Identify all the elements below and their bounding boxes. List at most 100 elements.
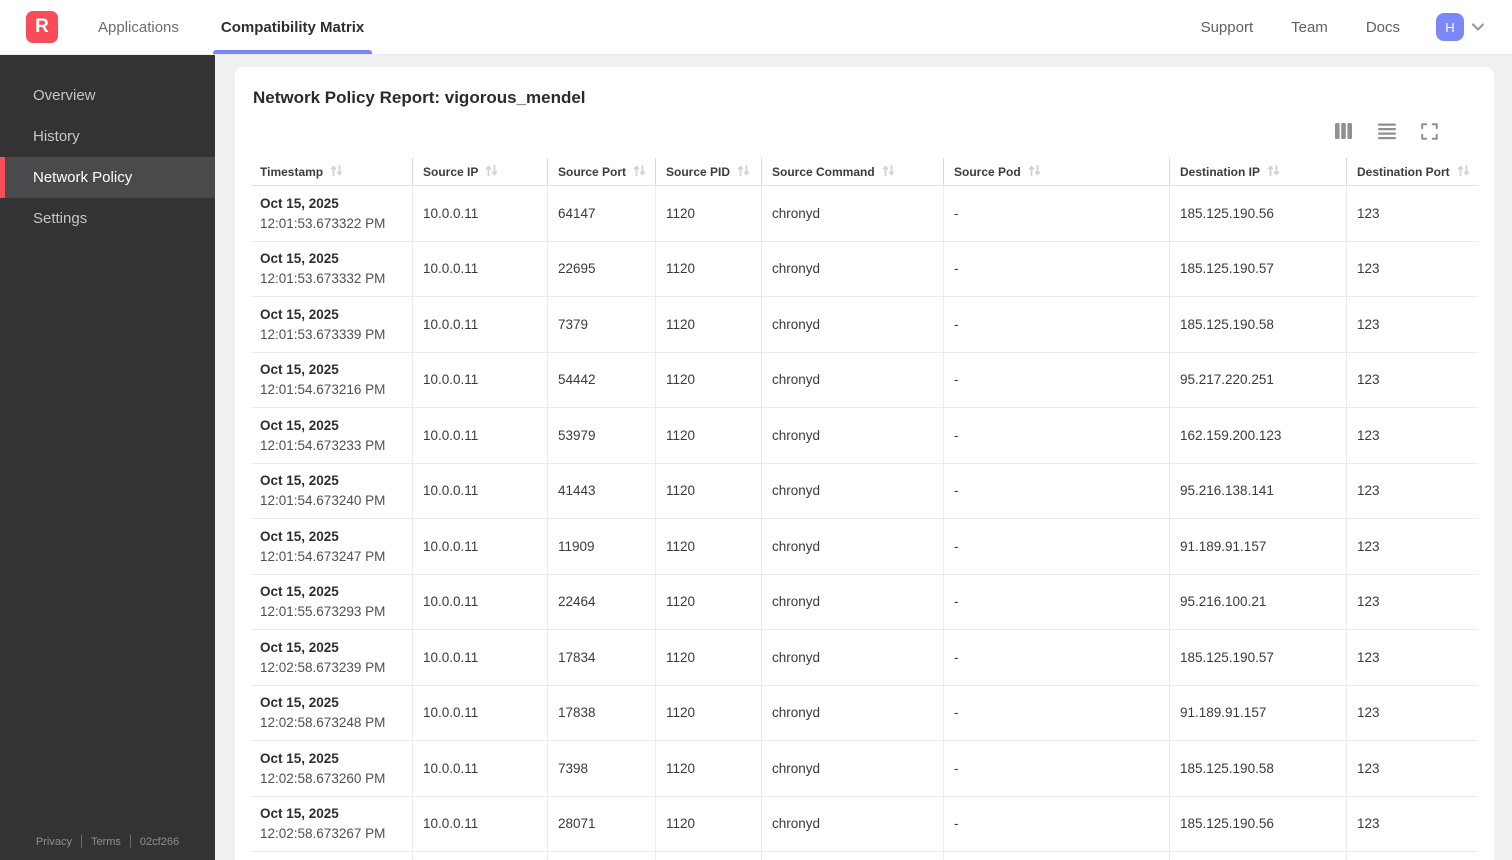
table-row[interactable]: Oct 15, 2025 12:01:54.673247 PM 10.0.0.11 1… — [251, 519, 1478, 575]
column-header-destination-port[interactable]: Destination Port — [1346, 158, 1478, 185]
column-header-source-ip[interactable]: Source IP — [412, 158, 547, 185]
table-toolbar — [251, 120, 1478, 142]
cell-value: 123 — [1357, 538, 1380, 554]
cell-destination-ip: 95.216.138.141 — [1169, 463, 1346, 518]
user-avatar[interactable]: H — [1436, 13, 1464, 41]
column-header-source-pod[interactable]: Source Pod — [943, 158, 1169, 185]
cell-value: - — [954, 816, 959, 832]
link-docs[interactable]: Docs — [1366, 19, 1400, 36]
sidebar-item-overview[interactable]: Overview — [0, 75, 215, 116]
column-header-label: Source IP — [423, 164, 479, 179]
cell-source-pid: 1120 — [655, 241, 761, 296]
cell-value: - — [954, 760, 959, 776]
cell-destination-port: 123 — [1346, 519, 1478, 574]
sort-icon[interactable] — [1450, 164, 1470, 180]
cell-source-ip: 10.0.0.11 — [412, 574, 547, 629]
cell-source-pid: 1120 — [655, 519, 761, 574]
footer-link-terms[interactable]: Terms — [91, 836, 121, 848]
table-row[interactable]: Oct 15, 2025 12:02:58.673248 PM 10.0.0.11 1… — [251, 685, 1478, 741]
cell-source-pid: 1120 — [655, 297, 761, 352]
cell-value: - — [954, 372, 959, 388]
table-row[interactable]: Oct 15, 2025 12:01:55.673293 PM 10.0.0.11 2… — [251, 574, 1478, 630]
cell-source-command: chronyd — [761, 408, 943, 463]
table-row[interactable]: Oct 15, 2025 12:02:58.673239 PM 10.0.0.11 1… — [251, 630, 1478, 686]
timestamp-time: 12:01:54.673216 PM — [260, 382, 386, 398]
sidebar-item-history[interactable]: History — [0, 116, 215, 157]
table-row[interactable]: Oct 15, 2025 12:01:53.673339 PM 10.0.0.11 7… — [251, 297, 1478, 353]
column-header-source-port[interactable]: Source Port — [547, 158, 655, 185]
column-header-label: Source Pod — [954, 164, 1021, 179]
table-viewport: Timestamp Source IP Source Port Source PID S… — [251, 158, 1478, 860]
columns-view-icon[interactable] — [1334, 122, 1353, 140]
table-row[interactable]: Oct 15, 2025 12:01:54.673233 PM 10.0.0.11 5… — [251, 408, 1478, 464]
nav-tab-applications[interactable]: Applications — [96, 0, 181, 54]
column-header-source-pid[interactable]: Source PID — [655, 158, 761, 185]
cell-destination-port: 123 — [1346, 186, 1478, 241]
row-list-icon[interactable] — [1377, 122, 1397, 140]
table-row[interactable]: Oct 15, 2025 12:01:53.673332 PM 10.0.0.11 2… — [251, 241, 1478, 297]
column-header-label: Timestamp — [260, 164, 324, 179]
cell-value: 1120 — [666, 205, 696, 221]
cell-value: 1120 — [666, 594, 696, 610]
cell-source-port: 17838 — [547, 685, 655, 740]
sort-icon[interactable] — [323, 164, 343, 180]
cell-timestamp: Oct 15, 2025 12:01:54.673233 PM — [251, 408, 412, 463]
sort-icon[interactable] — [1021, 164, 1041, 180]
cell-destination-ip: 185.125.190.57 — [1169, 241, 1346, 296]
cell-destination-ip: 95.217.220.251 — [1169, 352, 1346, 407]
sort-icon[interactable] — [478, 164, 498, 180]
cell-value: 10.0.0.11 — [423, 816, 479, 832]
column-header-timestamp[interactable]: Timestamp — [251, 158, 412, 185]
cell-source-pid: 1120 — [655, 741, 761, 796]
nav-tab-compatibility-matrix[interactable]: Compatibility Matrix — [212, 0, 373, 54]
link-support[interactable]: Support — [1201, 19, 1254, 36]
table-row[interactable]: Oct 15, 2025 12:02:58.673260 PM 10.0.0.11 7… — [251, 741, 1478, 797]
chevron-down-icon[interactable] — [1470, 19, 1486, 35]
cell-value: chronyd — [772, 816, 821, 832]
sort-icon[interactable] — [875, 164, 895, 180]
column-header-destination-ip[interactable]: Destination IP — [1169, 158, 1346, 185]
table-row[interactable]: Oct 15, 2025 12:01:54.673216 PM 10.0.0.11 5… — [251, 352, 1478, 408]
sidebar-item-network-policy[interactable]: Network Policy — [0, 157, 215, 198]
column-header-source-command[interactable]: Source Command — [761, 158, 943, 185]
cell-source-ip: 10.0.0.11 — [412, 241, 547, 296]
cell-destination-port: 123 — [1346, 796, 1478, 851]
cell-source-port: 22695 — [547, 241, 655, 296]
footer-link-privacy[interactable]: Privacy — [36, 836, 72, 848]
cell-value: 10.0.0.11 — [423, 538, 479, 554]
link-team[interactable]: Team — [1291, 19, 1328, 36]
timestamp-time: 12:01:55.673293 PM — [260, 604, 386, 620]
cell-value: 41443 — [558, 483, 596, 499]
column-header-label: Destination IP — [1180, 164, 1261, 179]
table-row[interactable]: Oct 15, 2025 12:01:53.673322 PM 10.0.0.11 6… — [251, 186, 1478, 242]
cell-source-ip: 10.0.0.11 — [412, 519, 547, 574]
cell-value: 185.125.190.58 — [1180, 316, 1274, 332]
cell-value: 22464 — [558, 594, 596, 610]
table-row[interactable]: Oct 15, 2025 12:01:54.673240 PM 10.0.0.11 4… — [251, 463, 1478, 519]
cell-value: chronyd — [772, 372, 821, 388]
sort-icon[interactable] — [1260, 164, 1280, 180]
timestamp-date: Oct 15, 2025 — [260, 584, 339, 600]
cell-source-pid: 1120 — [655, 574, 761, 629]
cell-source-pod: - — [943, 685, 1169, 740]
cell-source-ip — [412, 852, 547, 860]
cell-value: 54442 — [558, 372, 596, 388]
timestamp-time: 12:02:58.673239 PM — [260, 659, 386, 675]
sort-icon[interactable] — [626, 164, 646, 180]
table-row[interactable]: Oct 15, 2025 12:02:58.673267 PM 10.0.0.11 2… — [251, 796, 1478, 852]
cell-source-ip: 10.0.0.11 — [412, 352, 547, 407]
cell-source-pod: - — [943, 463, 1169, 518]
cell-timestamp: Oct 15, 2025 12:01:55.673293 PM — [251, 575, 412, 630]
cell-value: 22695 — [558, 261, 596, 277]
cell-source-ip: 10.0.0.11 — [412, 186, 547, 241]
cell-value: chronyd — [772, 594, 821, 610]
app-logo-icon[interactable]: R — [26, 11, 58, 43]
cell-source-pid: 1120 — [655, 352, 761, 407]
sort-icon[interactable] — [730, 164, 750, 180]
cell-source-pod: - — [943, 630, 1169, 685]
fullscreen-icon[interactable] — [1421, 122, 1438, 140]
timestamp-date: Oct 15, 2025 — [260, 639, 339, 655]
sidebar-item-settings[interactable]: Settings — [0, 198, 215, 239]
table-row[interactable]: Oct 15, 2025 — [251, 852, 1478, 860]
